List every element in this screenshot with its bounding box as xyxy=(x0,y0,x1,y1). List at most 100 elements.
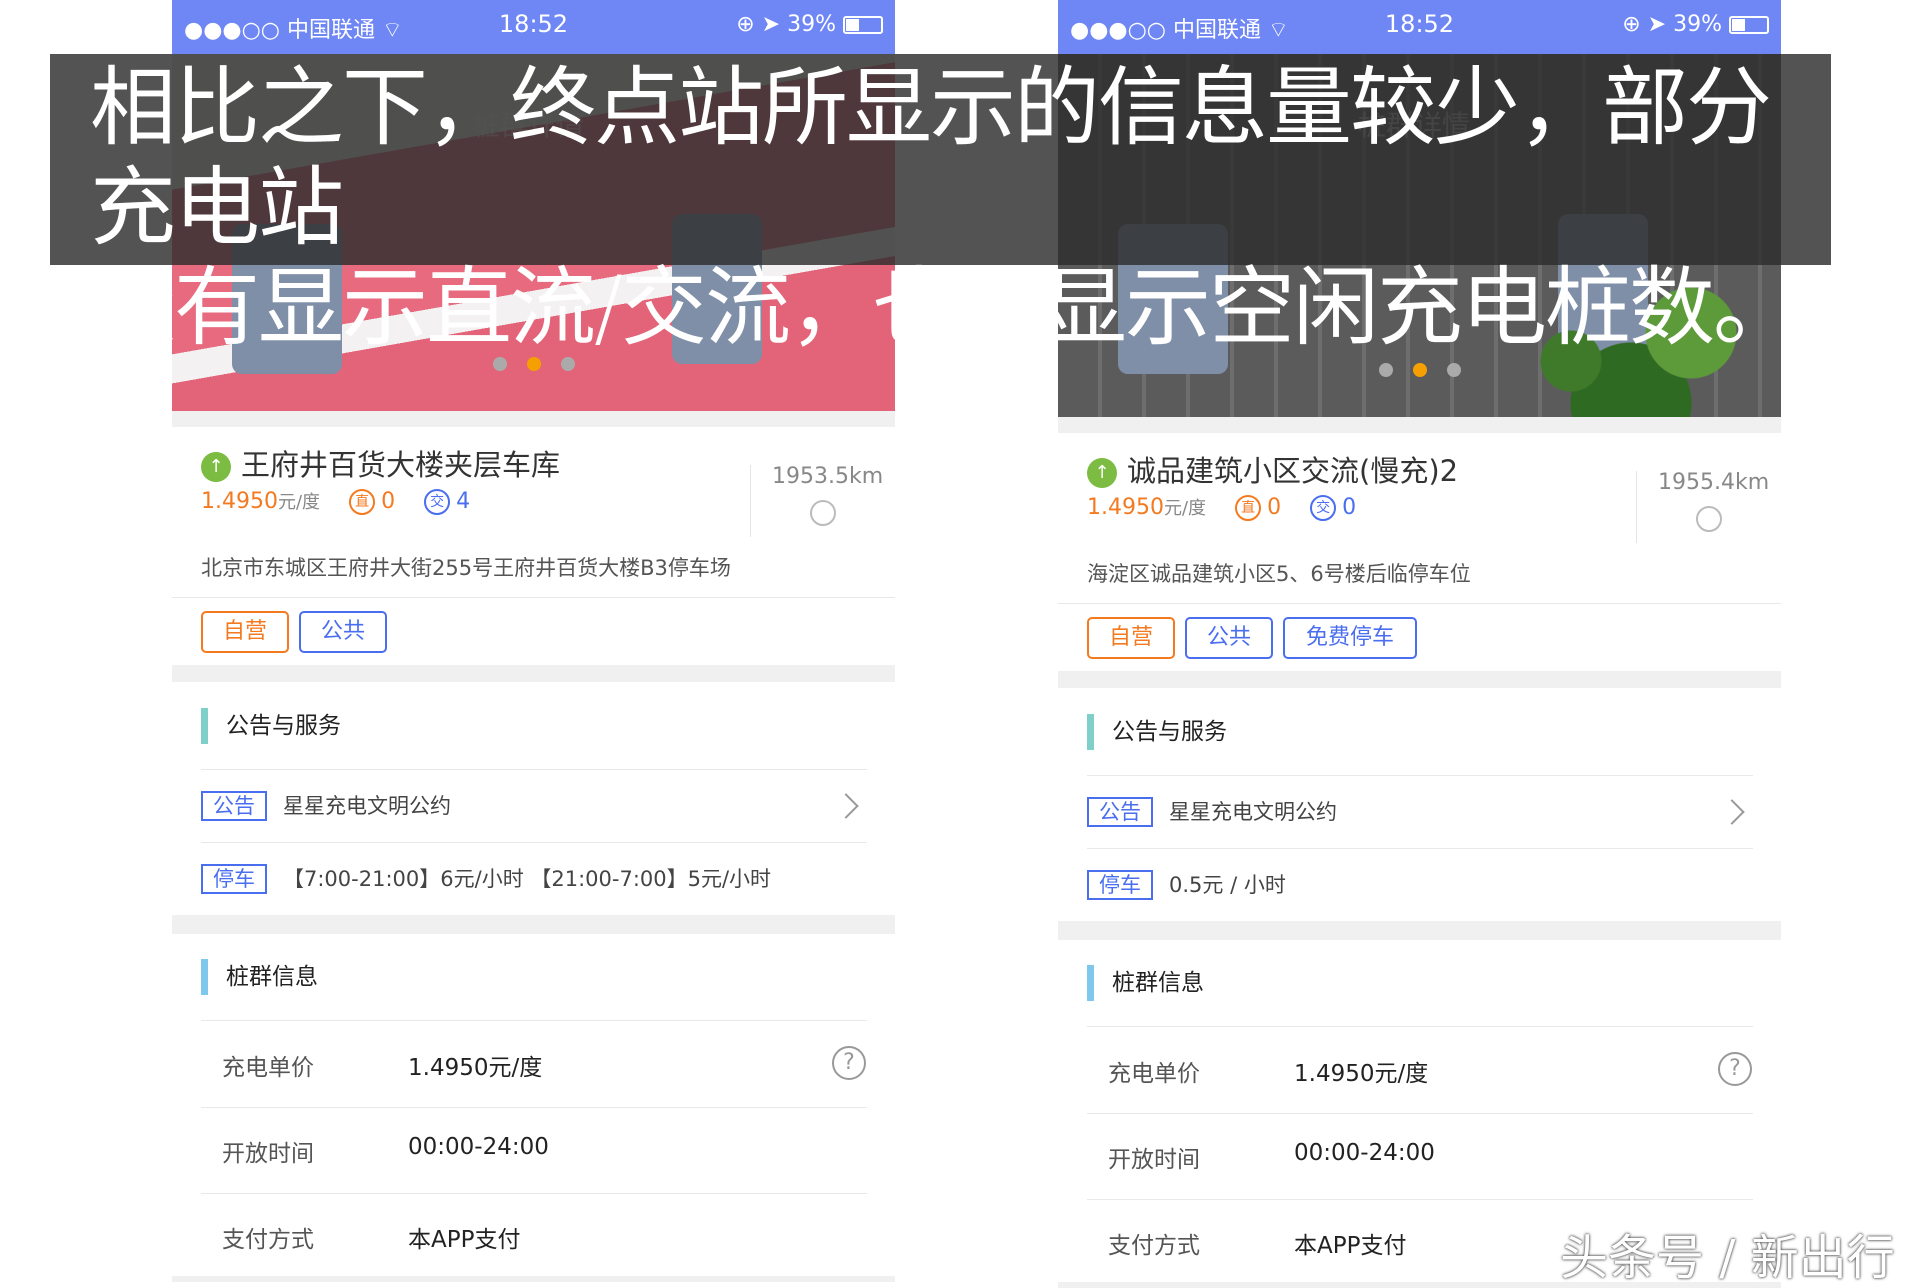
parking-text: 【7:00-21:00】6元/小时 【21:00-7:00】5元/小时 xyxy=(283,867,771,891)
price-row: 1.4950元/度 直0 交4 xyxy=(201,488,470,515)
distance: 1955.4km xyxy=(1658,470,1769,495)
dot[interactable] xyxy=(1379,363,1393,377)
info-value: 本APP支付 xyxy=(408,1220,520,1254)
dot[interactable] xyxy=(1447,363,1461,377)
info-value: 本APP支付 xyxy=(1294,1226,1406,1260)
station-address: 海淀区诚品建筑小区5、6号楼后临停车位 xyxy=(1087,558,1471,588)
notice-tag: 公告 xyxy=(201,791,267,821)
ac-count: 4 xyxy=(456,489,470,514)
divider xyxy=(201,1193,867,1194)
dc-count: 0 xyxy=(381,489,395,514)
info-label: 开放时间 xyxy=(1108,1140,1200,1174)
location-pin-icon[interactable] xyxy=(1696,506,1722,532)
station-name-text: 诚品建筑小区交流(慢充)2 xyxy=(1127,454,1458,488)
info-label: 充电单价 xyxy=(222,1048,314,1082)
battery: ⊕ ➤ 39% xyxy=(736,12,883,37)
section-title-info: 桩群信息 xyxy=(201,959,318,995)
tag-0: 自营 xyxy=(1087,617,1175,659)
divider xyxy=(1087,1113,1753,1114)
divider xyxy=(1058,671,1781,688)
dc-icon: 直 xyxy=(349,489,375,515)
watermark: 头条号 / 新出行 xyxy=(1560,1218,1895,1288)
divider xyxy=(201,1020,867,1021)
notice-row[interactable]: 公告星星充电文明公约 xyxy=(201,790,451,821)
battery: ⊕ ➤ 39% xyxy=(1622,12,1769,37)
divider xyxy=(172,665,895,682)
divider xyxy=(1087,1026,1753,1027)
section-title-notice: 公告与服务 xyxy=(201,708,341,744)
price-unit: 元/度 xyxy=(278,492,320,513)
carousel-dots[interactable] xyxy=(1058,362,1781,381)
tag-2: 免费停车 xyxy=(1283,617,1417,659)
divider xyxy=(1087,775,1753,776)
price-value: 1.4950 xyxy=(201,489,278,514)
chevron-right-icon[interactable] xyxy=(1719,799,1744,824)
caption-line-2: 没有显示直流/交流，也不显示空闲充电桩数。 xyxy=(90,258,1831,358)
dot[interactable] xyxy=(493,357,507,371)
ac-icon: 交 xyxy=(1310,495,1336,521)
parking-text: 0.5元 / 小时 xyxy=(1169,873,1286,897)
info-label: 支付方式 xyxy=(1108,1226,1200,1260)
info-label: 支付方式 xyxy=(222,1220,314,1254)
info-value: 1.4950元/度 xyxy=(1294,1054,1428,1088)
divider xyxy=(172,597,895,598)
station-name: ↑王府井百货大楼夹层车库 xyxy=(201,442,560,484)
section-title-notice: 公告与服务 xyxy=(1087,714,1227,750)
divider xyxy=(201,1107,867,1108)
location-pin-icon[interactable] xyxy=(810,500,836,526)
parking-row: 停车 0.5元 / 小时 xyxy=(1087,869,1286,900)
ac-count: 0 xyxy=(1342,495,1356,520)
battery-percent: 39% xyxy=(1673,12,1722,37)
info-value: 00:00-24:00 xyxy=(408,1134,549,1160)
status-bar: ●●●○○ 中国联通 ⌔ 18:52 ⊕ ➤ 39% xyxy=(1058,0,1781,54)
notice-tag: 公告 xyxy=(1087,797,1153,827)
station-pile-icon: ↑ xyxy=(1087,458,1117,488)
status-bar: ●●●○○ 中国联通 ⌔ 18:52 ⊕ ➤ 39% xyxy=(172,0,895,54)
help-icon[interactable]: ? xyxy=(832,1046,866,1080)
price-row: 1.4950元/度 直0 交0 xyxy=(1087,494,1356,521)
ac-icon: 交 xyxy=(424,489,450,515)
section-title-info: 桩群信息 xyxy=(1087,965,1204,1001)
dc-icon: 直 xyxy=(1235,495,1261,521)
info-value: 1.4950元/度 xyxy=(408,1048,542,1082)
divider xyxy=(1058,603,1781,604)
carousel-dots[interactable] xyxy=(172,356,895,375)
notice-text: 星星充电文明公约 xyxy=(283,794,451,818)
dc-count: 0 xyxy=(1267,495,1281,520)
vertical-divider xyxy=(1636,471,1637,543)
chevron-right-icon[interactable] xyxy=(833,793,858,818)
parking-row: 停车【7:00-21:00】6元/小时 【21:00-7:00】5元/小时 xyxy=(201,863,771,894)
battery-icon xyxy=(843,16,883,34)
parking-tag: 停车 xyxy=(1087,870,1153,900)
price-unit: 元/度 xyxy=(1164,498,1206,519)
station-address: 北京市东城区王府井大街255号王府井百货大楼B3停车场 xyxy=(201,552,731,582)
parking-tag: 停车 xyxy=(201,864,267,894)
station-name-text: 王府井百货大楼夹层车库 xyxy=(241,448,560,482)
dot[interactable] xyxy=(561,357,575,371)
info-label: 开放时间 xyxy=(222,1134,314,1168)
price-value: 1.4950 xyxy=(1087,495,1164,520)
tag-0: 自营 xyxy=(201,611,289,653)
vertical-divider xyxy=(750,465,751,537)
divider xyxy=(1087,848,1753,849)
notice-row[interactable]: 公告星星充电文明公约 xyxy=(1087,796,1337,827)
info-value: 00:00-24:00 xyxy=(1294,1140,1435,1166)
station-name: ↑ 诚品建筑小区交流(慢充)2 xyxy=(1087,448,1458,490)
divider xyxy=(172,1276,895,1282)
help-icon[interactable]: ? xyxy=(1718,1052,1752,1086)
divider xyxy=(1058,921,1781,940)
notice-text: 星星充电文明公约 xyxy=(1169,800,1337,824)
caption-overlay: 相比之下，终点站所显示的信息量较少，部分充电站 没有显示直流/交流，也不显示空闲… xyxy=(50,54,1831,265)
distance: 1953.5km xyxy=(772,464,883,489)
caption-line-1: 相比之下，终点站所显示的信息量较少，部分充电站 xyxy=(90,58,1831,258)
dot-active[interactable] xyxy=(1413,363,1427,377)
divider xyxy=(1058,417,1781,433)
info-label: 充电单价 xyxy=(1108,1054,1200,1088)
dot-active[interactable] xyxy=(527,357,541,371)
divider xyxy=(201,842,867,843)
battery-percent: 39% xyxy=(787,12,836,37)
tag-1: 公共 xyxy=(1185,617,1273,659)
tag-1: 公共 xyxy=(299,611,387,653)
divider xyxy=(172,411,895,427)
divider xyxy=(201,769,867,770)
